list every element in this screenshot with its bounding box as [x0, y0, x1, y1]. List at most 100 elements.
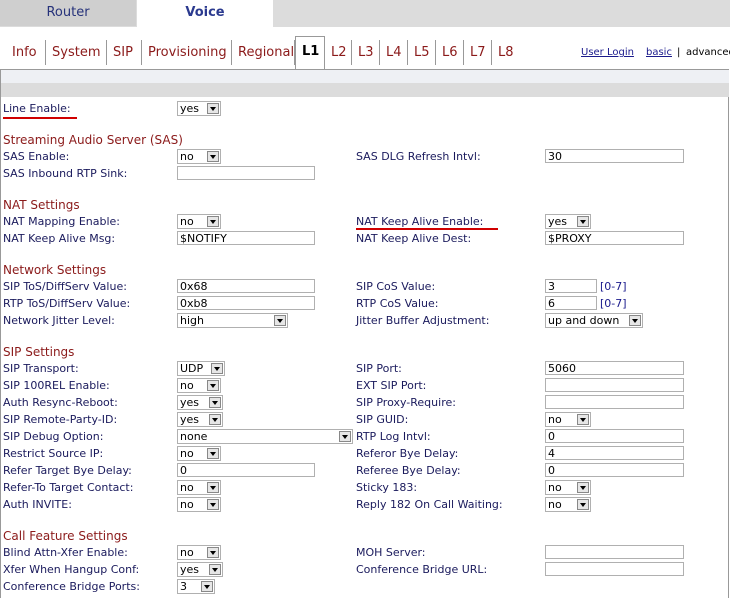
refer-to-select[interactable]: no: [177, 480, 221, 495]
sip-cos-input[interactable]: 3: [545, 279, 597, 293]
restrict-ip-label: Restrict Source IP:: [3, 447, 104, 460]
sas-dlg-input[interactable]: 30: [545, 149, 684, 163]
top-tab-filler: [274, 0, 730, 22]
referee-bye-input[interactable]: 0: [545, 463, 684, 477]
conf-url-label: Conference Bridge URL:: [356, 563, 488, 576]
header-band: [1, 70, 729, 83]
nat-msg-input[interactable]: $NOTIFY: [177, 231, 315, 245]
sip-port-input[interactable]: 5060: [545, 361, 684, 375]
moh-server-input[interactable]: [545, 545, 684, 559]
conf-url-input[interactable]: [545, 562, 684, 576]
reply-182-select[interactable]: no: [545, 497, 591, 512]
nat-msg-label: NAT Keep Alive Msg:: [3, 232, 116, 245]
chevron-down-icon: [211, 363, 223, 374]
chevron-down-icon: [207, 216, 219, 227]
rtp-cos-range: [0-7]: [600, 297, 627, 310]
tab-voice[interactable]: Voice: [137, 0, 273, 27]
chevron-down-icon: [209, 414, 221, 425]
refer-target-label: Refer Target Bye Delay:: [3, 464, 132, 477]
sas-sink-label: SAS Inbound RTP Sink:: [3, 167, 128, 180]
auth-invite-select[interactable]: no: [177, 497, 221, 512]
tab-l4[interactable]: L4: [380, 40, 408, 65]
tab-l2[interactable]: L2: [325, 40, 352, 65]
tab-provisioning[interactable]: Provisioning: [142, 40, 232, 65]
user-login-link[interactable]: User Login: [581, 47, 634, 58]
chevron-down-icon: [207, 547, 219, 558]
conf-ports-label: Conference Bridge Ports:: [3, 580, 140, 593]
rtp-cos-input[interactable]: 6: [545, 296, 597, 310]
rpid-label: SIP Remote-Party-ID:: [3, 413, 118, 426]
nat-section-title: NAT Settings: [3, 198, 80, 212]
nat-keepalive-select[interactable]: yes: [545, 214, 591, 229]
tab-l6[interactable]: L6: [436, 40, 464, 65]
advanced-link[interactable]: advanced: [686, 47, 730, 58]
tab-system[interactable]: System: [46, 40, 107, 65]
proxy-require-label: SIP Proxy-Require:: [356, 396, 456, 409]
jitter-level-select[interactable]: high: [177, 313, 288, 328]
tab-l8[interactable]: L8: [492, 40, 520, 65]
sip-tos-input[interactable]: 0x68: [177, 279, 315, 293]
sticky-183-label: Sticky 183:: [356, 481, 418, 494]
jitter-adj-label: Jitter Buffer Adjustment:: [356, 314, 490, 327]
referor-bye-input[interactable]: 4: [545, 446, 684, 460]
chevron-down-icon: [209, 397, 221, 408]
tab-regional[interactable]: Regional: [232, 40, 295, 65]
nat-keepalive-label: NAT Keep Alive Enable:: [356, 215, 484, 228]
tab-sip[interactable]: SIP: [107, 40, 142, 65]
chevron-down-icon: [207, 151, 219, 162]
spacer-band: [1, 83, 729, 97]
sip-cos-label: SIP CoS Value:: [356, 280, 436, 293]
rtp-log-label: RTP Log Intvl:: [356, 430, 431, 443]
chevron-down-icon: [629, 315, 641, 326]
sticky-183-select[interactable]: no: [545, 480, 591, 495]
chevron-down-icon: [207, 499, 219, 510]
tab-l5[interactable]: L5: [408, 40, 436, 65]
sas-section-title: Streaming Audio Server (SAS): [3, 133, 183, 147]
tab-l1[interactable]: L1: [295, 36, 325, 69]
chevron-down-icon: [207, 448, 219, 459]
referee-bye-label: Referee Bye Delay:: [356, 464, 461, 477]
chevron-down-icon: [577, 482, 589, 493]
sip-debug-select[interactable]: none: [177, 429, 353, 444]
line-enable-label: Line Enable:: [3, 102, 71, 115]
refer-target-input[interactable]: 0: [177, 463, 315, 477]
restrict-ip-select[interactable]: no: [177, 446, 221, 461]
chevron-down-icon: [577, 499, 589, 510]
nat-mapping-label: NAT Mapping Enable:: [3, 215, 120, 228]
sas-enable-select[interactable]: no: [177, 149, 221, 164]
sas-sink-input[interactable]: [177, 166, 315, 180]
sip-100rel-select[interactable]: no: [177, 378, 221, 393]
sip-100rel-label: SIP 100REL Enable:: [3, 379, 110, 392]
rtp-log-input[interactable]: 0: [545, 429, 684, 443]
chevron-down-icon: [207, 482, 219, 493]
jitter-level-label: Network Jitter Level:: [3, 314, 115, 327]
tab-l3[interactable]: L3: [352, 40, 380, 65]
proxy-require-input[interactable]: [545, 395, 684, 409]
ext-sip-port-input[interactable]: [545, 378, 684, 392]
chevron-down-icon: [274, 315, 286, 326]
sip-transport-select[interactable]: UDP: [177, 361, 225, 376]
jitter-adj-select[interactable]: up and down: [545, 313, 643, 328]
basic-link[interactable]: basic: [646, 47, 672, 58]
nat-dest-label: NAT Keep Alive Dest:: [356, 232, 472, 245]
blind-xfer-select[interactable]: no: [177, 545, 221, 560]
tab-info[interactable]: Info: [6, 40, 46, 65]
rtp-tos-input[interactable]: 0xb8: [177, 296, 315, 310]
xfer-hangup-label: Xfer When Hangup Conf:: [3, 563, 140, 576]
sip-tos-label: SIP ToS/DiffServ Value:: [3, 280, 127, 293]
tab-l7[interactable]: L7: [464, 40, 492, 65]
xfer-hangup-select[interactable]: yes: [177, 562, 223, 577]
tab-router[interactable]: Router: [0, 0, 136, 26]
rpid-select[interactable]: yes: [177, 412, 223, 427]
network-section-title: Network Settings: [3, 263, 107, 277]
chevron-down-icon: [201, 581, 213, 592]
nat-dest-input[interactable]: $PROXY: [545, 231, 684, 245]
auth-resync-select[interactable]: yes: [177, 395, 223, 410]
blind-xfer-label: Blind Attn-Xfer Enable:: [3, 546, 128, 559]
sip-cos-range: [0-7]: [600, 280, 627, 293]
sip-transport-label: SIP Transport:: [3, 362, 79, 375]
sip-guid-select[interactable]: no: [545, 412, 591, 427]
line-enable-select[interactable]: yes: [177, 101, 221, 116]
conf-ports-select[interactable]: 3: [177, 579, 215, 594]
nat-mapping-select[interactable]: no: [177, 214, 221, 229]
